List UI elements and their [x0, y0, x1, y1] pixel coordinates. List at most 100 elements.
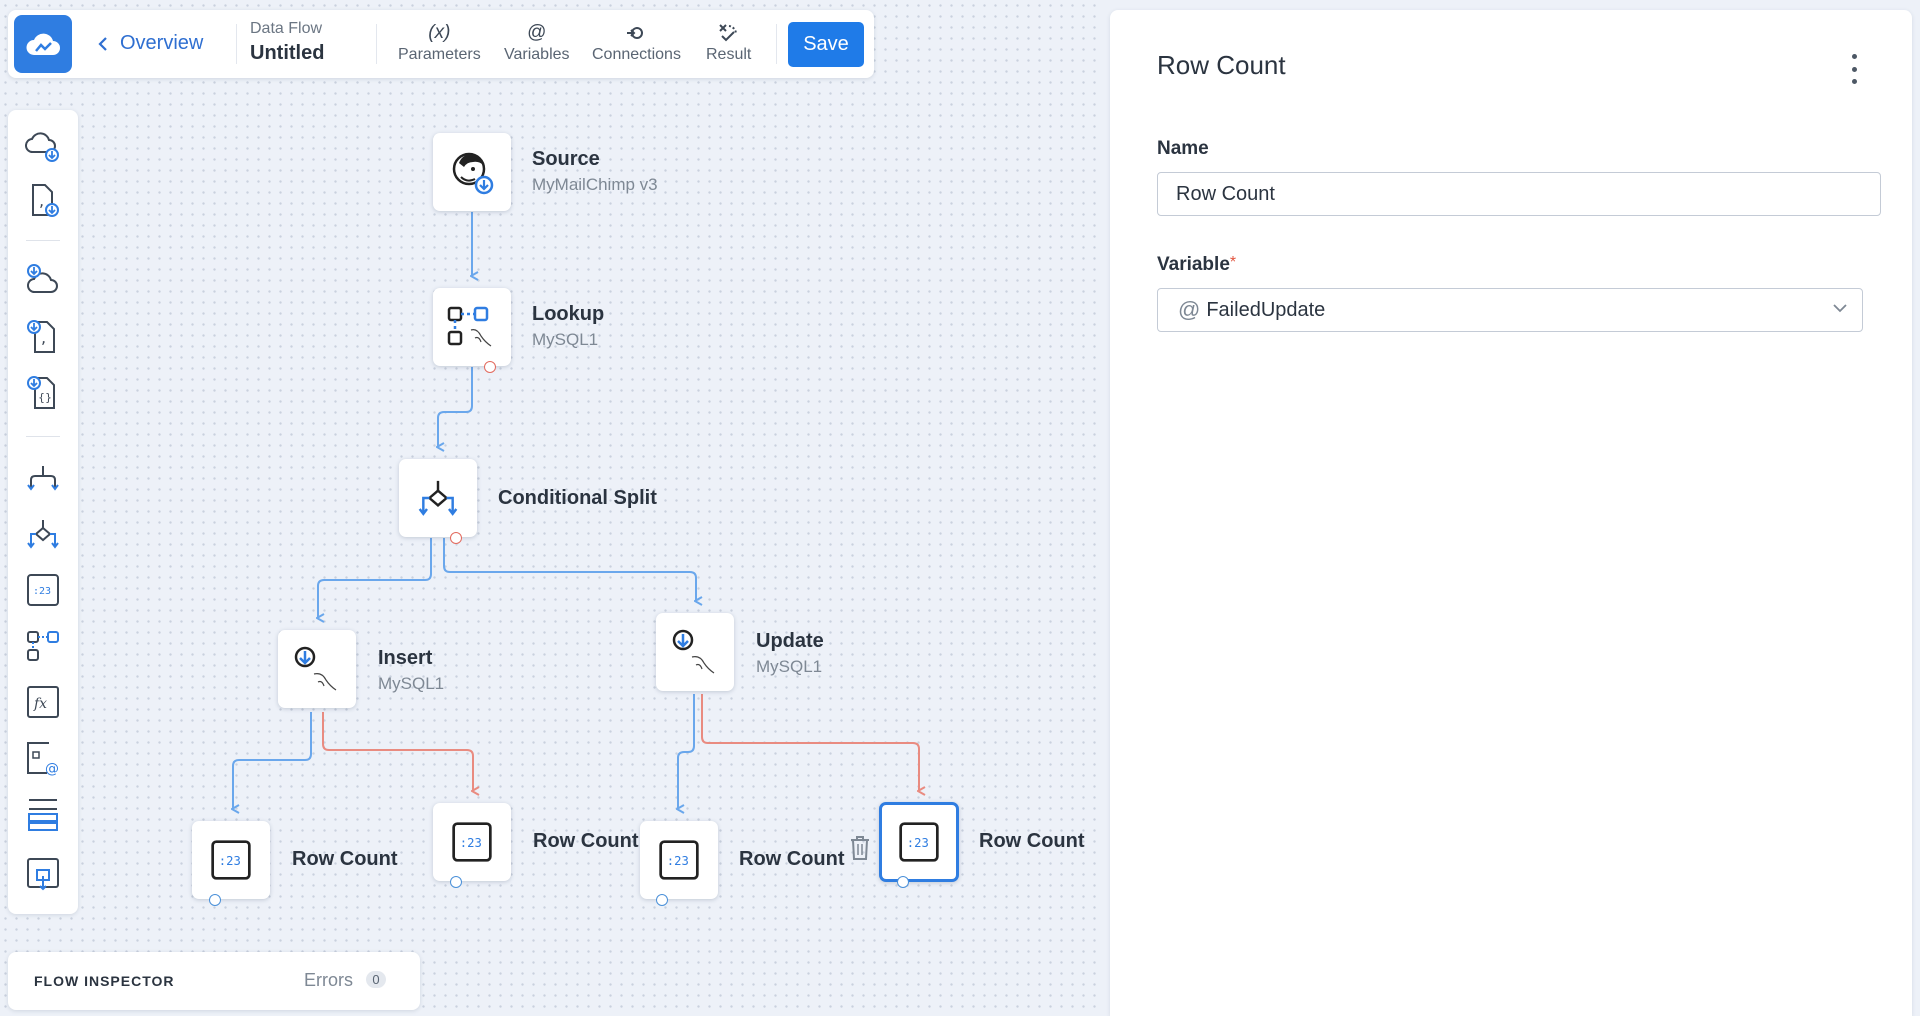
divider — [236, 24, 237, 64]
node-source-label: Source — [532, 148, 600, 170]
mysql-target-icon — [672, 629, 715, 674]
assign-variable-icon[interactable]: @ — [25, 740, 61, 776]
variable-at-icon: @ — [1178, 297, 1201, 322]
error-port[interactable] — [484, 361, 496, 373]
lookup-icon[interactable] — [25, 628, 61, 664]
node-row-count-3-label: Row Count — [739, 848, 845, 870]
flow-inspector[interactable]: FLOW INSPECTOR Errors 0 — [8, 952, 420, 1010]
node-insert-connection: MySQL1 — [378, 674, 445, 693]
divider — [776, 24, 777, 64]
divider — [376, 24, 377, 64]
name-field[interactable] — [1157, 172, 1881, 216]
errors-count-badge: 0 — [366, 971, 386, 988]
parameters-button[interactable]: (x) Parameters — [398, 20, 481, 64]
properties-panel: Row Count Name Variable* @ FailedUpdate — [1110, 10, 1912, 1016]
document-name[interactable]: Untitled — [250, 42, 324, 65]
document-title: Data Flow Untitled — [250, 20, 324, 65]
expression-icon[interactable]: fx — [25, 684, 61, 720]
result-button[interactable]: Result — [706, 20, 751, 64]
variable-selected-value: FailedUpdate — [1206, 298, 1326, 321]
node-insert-label: Insert — [378, 647, 433, 669]
svg-text:fx: fx — [33, 696, 47, 712]
svg-text::23: :23 — [33, 586, 51, 597]
cloud-logo-icon — [26, 33, 60, 55]
component-palette: , , {} :23 fx @ — [8, 110, 78, 914]
node-source-connection: MyMailChimp v3 — [532, 175, 658, 194]
node-row-count-2-label: Row Count — [533, 830, 639, 852]
result-label: Result — [706, 46, 752, 63]
error-port[interactable] — [450, 532, 462, 544]
back-label: Overview — [120, 32, 204, 54]
back-to-overview-link[interactable]: Overview — [98, 32, 203, 55]
node-conditional-split[interactable] — [399, 459, 477, 537]
result-icon — [717, 20, 741, 46]
row-count-icon: :23 — [452, 822, 492, 862]
node-row-count-4-selected[interactable]: :23 — [879, 802, 959, 882]
connections-button[interactable]: Connections — [592, 20, 681, 64]
more-options-icon[interactable] — [1844, 52, 1864, 86]
svg-text:{}: {} — [38, 391, 52, 404]
top-toolbar: Overview Data Flow Untitled (x) Paramete… — [8, 10, 874, 78]
document-kind: Data Flow — [250, 20, 323, 37]
node-row-count-1[interactable]: :23 — [192, 821, 270, 899]
node-row-count-4-label: Row Count — [979, 830, 1085, 852]
panel-title: Row Count — [1157, 50, 1286, 80]
conditional-split-icon[interactable] — [25, 516, 61, 552]
node-update[interactable] — [656, 613, 734, 691]
trash-icon[interactable] — [848, 834, 872, 862]
svg-text::23: :23 — [219, 854, 241, 868]
mailchimp-icon — [452, 152, 494, 195]
node-row-count-2[interactable]: :23 — [433, 803, 511, 881]
chevron-down-icon — [1833, 304, 1847, 313]
output-port[interactable] — [897, 876, 909, 888]
conditional-split-icon — [418, 480, 458, 516]
output-port[interactable] — [209, 894, 221, 906]
variable-label-text: Variable — [1157, 254, 1230, 275]
palette-divider — [26, 240, 60, 241]
connection-icon — [625, 20, 647, 46]
svg-text::23: :23 — [460, 836, 482, 850]
buffer-icon[interactable] — [25, 856, 61, 892]
node-update-label: Update — [756, 630, 824, 652]
save-button[interactable]: Save — [788, 22, 864, 67]
json-target-icon[interactable]: {} — [25, 374, 61, 410]
node-update-connection: MySQL1 — [756, 657, 823, 676]
row-count-icon: :23 — [659, 840, 699, 880]
row-count-icon[interactable]: :23 — [25, 572, 61, 608]
file-target-icon[interactable]: , — [25, 318, 61, 354]
split-icon[interactable] — [25, 460, 61, 496]
node-insert[interactable] — [278, 630, 356, 708]
parameters-label: Parameters — [398, 46, 481, 63]
node-split-label: Conditional Split — [498, 487, 657, 509]
svg-text:,: , — [41, 328, 46, 347]
cloud-source-icon[interactable] — [25, 128, 61, 164]
node-lookup-connection: MySQL1 — [532, 330, 599, 349]
output-port[interactable] — [450, 876, 462, 888]
svg-text:,: , — [39, 191, 44, 210]
svg-text::23: :23 — [907, 836, 929, 850]
cloud-target-icon[interactable] — [25, 262, 61, 298]
name-label: Name — [1157, 138, 1209, 159]
output-port[interactable] — [656, 894, 668, 906]
node-lookup[interactable] — [433, 288, 511, 366]
file-source-icon[interactable]: , — [25, 182, 61, 218]
row-count-icon: :23 — [899, 822, 939, 862]
connections-label: Connections — [592, 46, 681, 63]
union-icon[interactable] — [25, 796, 61, 832]
variable-label: Variable* — [1157, 254, 1236, 276]
chevron-left-icon — [98, 36, 107, 51]
lookup-mysql-icon — [447, 306, 492, 347]
variables-icon: @ — [527, 22, 547, 43]
svg-text:@: @ — [45, 761, 59, 776]
variable-select[interactable]: @ FailedUpdate — [1157, 288, 1863, 332]
errors-tab[interactable]: Errors — [304, 970, 353, 991]
palette-divider — [26, 436, 60, 437]
variables-label: Variables — [504, 46, 570, 63]
node-row-count-3[interactable]: :23 — [640, 821, 718, 899]
variables-button[interactable]: @ Variables — [504, 20, 570, 64]
node-lookup-label: Lookup — [532, 303, 605, 325]
flow-inspector-title: FLOW INSPECTOR — [34, 973, 175, 989]
row-count-icon: :23 — [211, 840, 251, 880]
app-logo[interactable] — [14, 15, 72, 73]
node-source[interactable] — [433, 133, 511, 211]
